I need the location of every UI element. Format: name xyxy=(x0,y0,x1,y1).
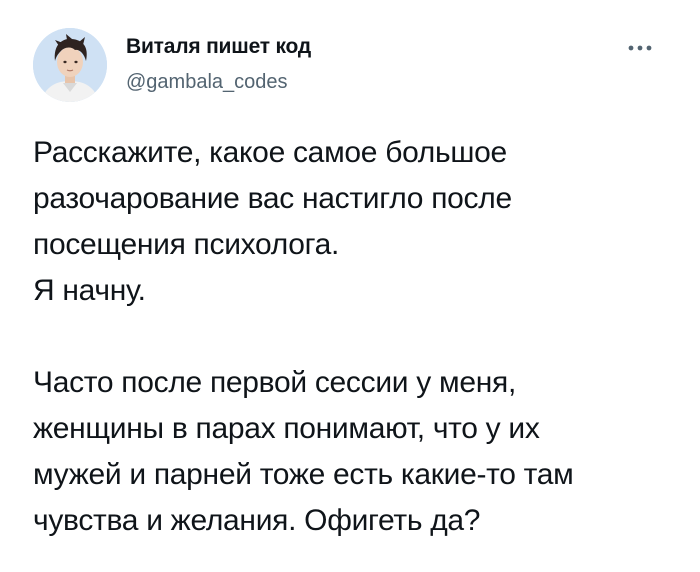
author-handle[interactable]: @gambala_codes xyxy=(126,70,288,94)
post-text: Расскажите, какое самое большое разочаро… xyxy=(33,130,683,544)
post-card: Виталя пишет код @gambala_codes Расскажи… xyxy=(0,0,700,572)
text-line: женщины в парах понимают, что у их xyxy=(33,412,540,445)
text-line: чувства и желания. Офигеть да? xyxy=(33,504,481,537)
more-options-button[interactable] xyxy=(620,36,660,60)
text-line: разочарование вас настигло после xyxy=(33,182,512,215)
more-horizontal-icon xyxy=(628,45,652,51)
text-line: Часто после первой сессии у меня, xyxy=(33,366,516,399)
avatar-image xyxy=(33,28,107,102)
text-line: Я начну. xyxy=(33,274,146,307)
author-name[interactable]: Виталя пишет код xyxy=(126,34,311,60)
post-paragraph: Часто после первой сессии у меня, женщин… xyxy=(33,360,683,544)
text-line: посещения психолога. xyxy=(33,228,340,261)
post-paragraph: Расскажите, какое самое большое разочаро… xyxy=(33,130,683,314)
avatar[interactable] xyxy=(33,28,107,102)
text-line: мужей и парней тоже есть какие-то там xyxy=(33,458,574,491)
text-line: Расскажите, какое самое большое xyxy=(33,136,507,169)
